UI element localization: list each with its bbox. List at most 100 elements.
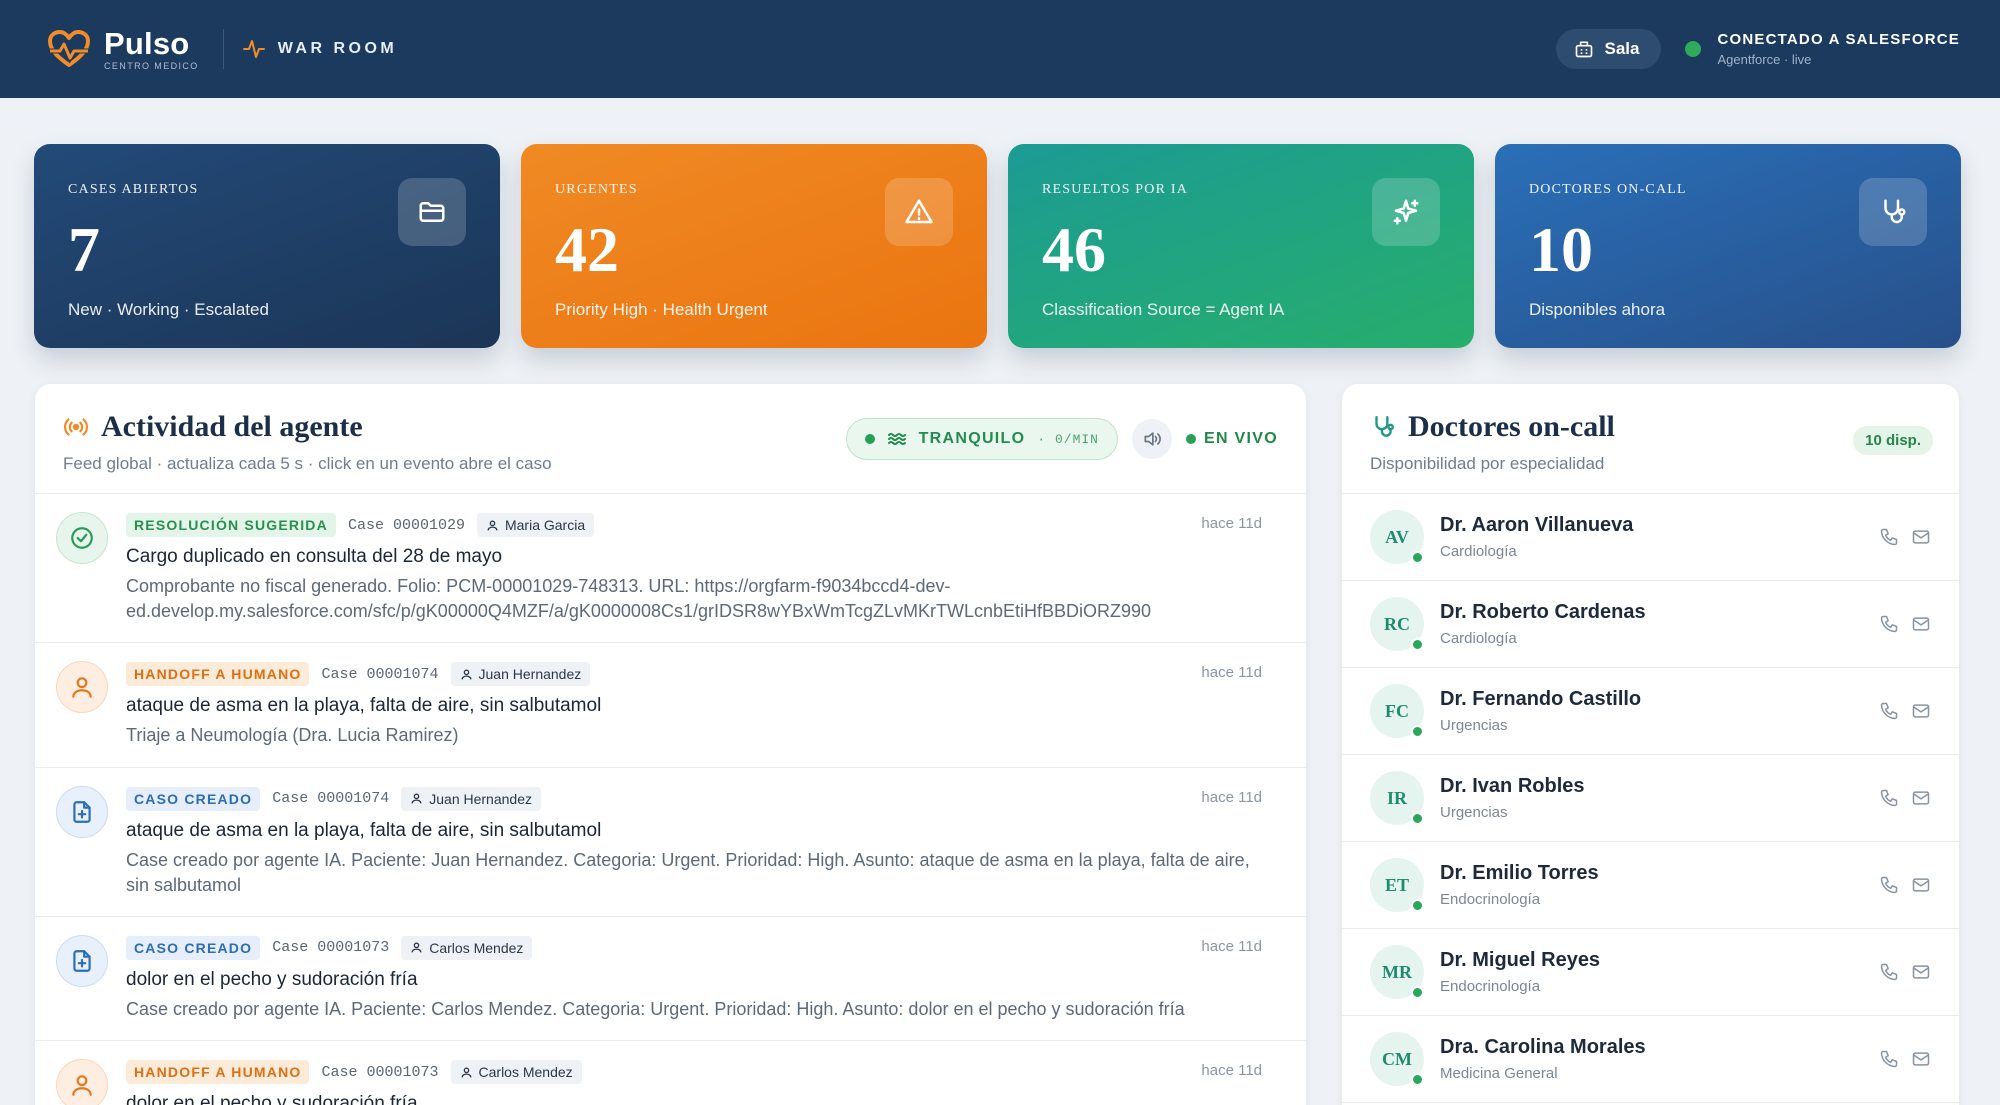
avatar: CM <box>1370 1032 1424 1086</box>
doctor-name: Dr. Fernando Castillo <box>1440 688 1642 710</box>
doctors-title: Doctores on-call <box>1408 410 1615 443</box>
person-chip[interactable]: Maria Garcia <box>476 513 595 537</box>
doctor-row[interactable]: FC Dr. Fernando Castillo Urgencias <box>1342 668 1959 755</box>
event-title: dolor en el pecho y sudoración fría <box>126 1093 418 1105</box>
event-tag: HANDOFF A HUMANO <box>126 1060 310 1085</box>
doctor-row[interactable]: IR Dr. Ivan Robles Urgencias <box>1342 755 1959 842</box>
live-label: EN VIVO <box>1203 430 1278 447</box>
mail-icon[interactable] <box>1911 788 1931 808</box>
doctor-row[interactable]: CM Dra. Carolina Morales Medicina General <box>1342 1016 1959 1103</box>
kpi-card-doctors-oncall[interactable]: DOCTORES ON-CALL 10 Disponibles ahora <box>1495 144 1961 348</box>
person-chip[interactable]: Carlos Mendez <box>401 935 533 960</box>
kpi-card-open-cases[interactable]: CASES ABIERTOS 7 New · Working · Escalat… <box>34 144 500 348</box>
user-icon <box>461 669 471 680</box>
mail-icon[interactable] <box>1911 527 1931 547</box>
avatar: IR <box>1370 771 1424 825</box>
doctors-subtitle: Disponibilidad por especialidad <box>1370 454 1605 473</box>
doctor-name: Dr. Miguel Reyes <box>1440 949 1601 971</box>
case-number[interactable]: Case 00001074 <box>272 790 389 807</box>
kpi-sub: New · Working · Escalated <box>68 300 269 319</box>
user-icon <box>411 942 422 953</box>
user-icon <box>411 793 422 804</box>
phone-icon[interactable] <box>1879 962 1899 982</box>
doctor-specialty: Endocrinología <box>1440 978 1541 995</box>
case-number[interactable]: Case 00001073 <box>321 1064 438 1081</box>
event-description: Case creado por agente IA. Paciente: Car… <box>126 998 1185 1019</box>
avatar-initials: MR <box>1382 961 1412 982</box>
person-name: Carlos Mendez <box>478 1064 573 1081</box>
sala-button[interactable]: Sala <box>1556 29 1662 69</box>
event-title: ataque de asma en la playa, falta de air… <box>126 819 602 841</box>
event-title: dolor en el pecho y sudoración fría <box>126 968 418 990</box>
activity-level-pill[interactable]: TRANQUILO · 0/MIN <box>845 418 1118 460</box>
kpi-card-ai-resolved[interactable]: RESUELTOS POR IA 46 Classification Sourc… <box>1008 144 1474 348</box>
mail-icon[interactable] <box>1911 875 1931 895</box>
user-icon <box>461 1067 471 1078</box>
event-description: Triaje a Neumología (Dra. Lucia Ramirez) <box>126 725 459 746</box>
phone-icon[interactable] <box>1879 788 1899 808</box>
mail-icon[interactable] <box>1911 962 1931 982</box>
activity-panel: Actividad del agente Feed global · actua… <box>35 384 1306 1105</box>
avatar-initials: IR <box>1386 787 1407 808</box>
waves-icon <box>887 433 906 445</box>
brand[interactable]: Pulso CENTRO MEDICO <box>46 28 199 71</box>
event-description: Comprobante no fiscal generado. Folio: P… <box>126 576 1152 622</box>
avatar: FC <box>1370 684 1424 738</box>
doctor-row[interactable]: ET Dr. Emilio Torres Endocrinología <box>1342 842 1959 929</box>
phone-icon[interactable] <box>1879 614 1899 634</box>
feed-item[interactable]: CASO CREADO Case 00001073 Carlos Mendez … <box>35 917 1306 1042</box>
pulse-icon <box>242 40 265 58</box>
person-chip[interactable]: Juan Hernandez <box>401 786 541 811</box>
online-dot <box>1411 899 1424 912</box>
file-plus-icon <box>56 785 108 838</box>
user-icon <box>56 1059 108 1105</box>
person-chip[interactable]: Carlos Mendez <box>450 1060 582 1085</box>
feed-item[interactable]: RESOLUCIÓN SUGERIDA Case 00001029 Maria … <box>35 494 1306 644</box>
avatar: ET <box>1370 858 1424 912</box>
event-time: hace 11d <box>1201 937 1262 955</box>
doctor-row[interactable]: MR Dr. Miguel Reyes Endocrinología <box>1342 929 1959 1016</box>
warning-icon <box>885 178 953 246</box>
doctor-row[interactable]: AV Dr. Aaron Villanueva Cardiología <box>1342 494 1959 581</box>
event-tag: HANDOFF A HUMANO <box>126 662 310 687</box>
brand-sub: CENTRO MEDICO <box>104 60 199 71</box>
pulso-logo-icon <box>48 30 90 67</box>
mail-icon[interactable] <box>1911 614 1931 634</box>
feed-item[interactable]: HANDOFF A HUMANO Case 00001073 Carlos Me… <box>35 1041 1306 1105</box>
kpi-sub: Disponibles ahora <box>1529 300 1666 319</box>
feed-item[interactable]: CASO CREADO Case 00001074 Juan Hernandez… <box>35 768 1306 917</box>
online-dot <box>1411 1073 1424 1086</box>
activity-title: Actividad del agente <box>101 410 363 443</box>
kpi-card-urgent[interactable]: URGENTES 42 Priority High · Health Urgen… <box>521 144 987 348</box>
phone-icon[interactable] <box>1879 875 1899 895</box>
event-time: hace 11d <box>1201 788 1262 806</box>
avatar-initials: CM <box>1382 1048 1412 1069</box>
kpi-sub: Classification Source = Agent IA <box>1042 300 1285 319</box>
doctors-panel: Doctores on-call Disponibilidad por espe… <box>1342 384 1959 1105</box>
mail-icon[interactable] <box>1911 1049 1931 1069</box>
case-number[interactable]: Case 00001074 <box>321 666 438 683</box>
available-count-badge: 10 disp. <box>1853 426 1933 455</box>
avatar-initials: ET <box>1384 874 1409 895</box>
section-label: WAR ROOM <box>242 37 398 61</box>
feed-item[interactable]: HANDOFF A HUMANO Case 00001074 Juan Hern… <box>35 643 1306 768</box>
sound-toggle-button[interactable] <box>1131 419 1172 459</box>
sparkles-icon <box>1372 178 1440 246</box>
avatar-initials: FC <box>1385 700 1409 721</box>
doctor-specialty: Medicina General <box>1440 1065 1558 1082</box>
brand-name: Pulso <box>104 25 190 61</box>
mail-icon[interactable] <box>1911 701 1931 721</box>
phone-icon[interactable] <box>1879 1049 1899 1069</box>
online-dot <box>1411 551 1424 564</box>
activity-header: Actividad del agente Feed global · actua… <box>35 384 1306 494</box>
phone-icon[interactable] <box>1879 701 1899 721</box>
phone-icon[interactable] <box>1879 527 1899 547</box>
case-number[interactable]: Case 00001029 <box>348 517 465 534</box>
person-name: Juan Hernandez <box>478 666 582 683</box>
case-number[interactable]: Case 00001073 <box>272 939 389 956</box>
avatar: RC <box>1370 597 1424 651</box>
doctor-row[interactable]: RC Dr. Roberto Cardenas Cardiología <box>1342 581 1959 668</box>
person-chip[interactable]: Juan Hernandez <box>450 662 591 687</box>
connection-title: CONECTADO A SALESFORCE <box>1717 31 1960 48</box>
doctor-specialty: Cardiología <box>1440 630 1517 647</box>
